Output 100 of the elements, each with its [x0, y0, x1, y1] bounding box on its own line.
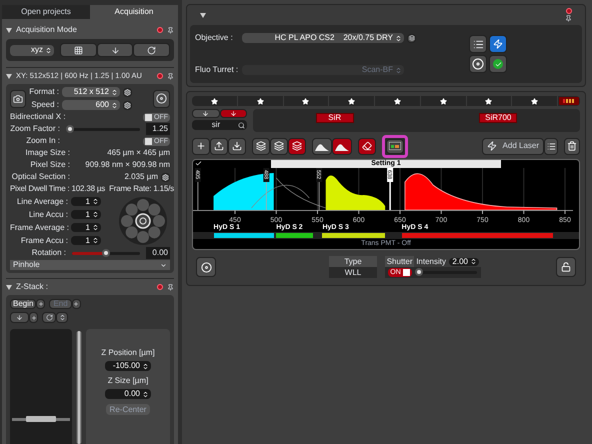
format-select[interactable]: 512 x 512 [62, 87, 120, 97]
count-spinner[interactable]: 1 [71, 197, 101, 206]
spin-arrows-icon [395, 34, 402, 42]
eraser-button[interactable] [358, 138, 376, 154]
rotate-icon [147, 46, 156, 54]
spin-arrows-icon [92, 211, 99, 218]
arrow-down-icon [202, 110, 210, 117]
tab[interactable]: Acquisition [90, 5, 178, 19]
spectrum-mode-button[interactable] [312, 138, 332, 154]
status-button[interactable] [489, 55, 507, 73]
stage-button[interactable] [96, 43, 134, 57]
view-mode-button[interactable] [288, 138, 306, 154]
value-field[interactable]: 1.25 [146, 123, 170, 135]
gear-button[interactable] [123, 100, 132, 110]
count-spinner[interactable]: 1 [71, 236, 101, 245]
gear-button[interactable] [161, 172, 170, 182]
spin-arrows-icon [142, 390, 149, 398]
alert-icon [566, 8, 572, 14]
gear-icon [162, 174, 169, 180]
collapse-triangle-icon[interactable] [6, 74, 12, 78]
z-slider-track[interactable] [76, 331, 82, 444]
turret-button[interactable] [469, 55, 487, 73]
count-spinner[interactable]: 1 [71, 210, 101, 219]
plus-icon [196, 141, 206, 151]
add-button[interactable] [192, 138, 210, 154]
lock-icon [561, 262, 571, 272]
objective-select[interactable]: HC PL APO CS2 20x/0.75 DRY [242, 33, 404, 43]
slider-thumb[interactable] [415, 268, 423, 276]
field-label: Z Position [µm] [101, 347, 155, 359]
collapse-triangle-icon[interactable] [6, 28, 12, 32]
checkbox-icon [195, 160, 202, 167]
slider-thumb[interactable] [102, 248, 110, 256]
mode-select[interactable]: xyz [10, 44, 54, 56]
grid-button[interactable] [60, 43, 97, 57]
speed-select[interactable]: 600 [62, 100, 120, 110]
value-field[interactable]: 0.00 [146, 247, 170, 259]
direction-button[interactable] [220, 109, 247, 118]
rotate-icon [46, 314, 52, 321]
z-position-field[interactable]: -105.00 [105, 361, 151, 371]
detector-button[interactable] [386, 138, 404, 154]
view-mode-button[interactable] [252, 138, 270, 154]
copy-button[interactable] [407, 34, 416, 42]
list-button[interactable] [544, 138, 558, 154]
light-path-button[interactable] [489, 35, 507, 53]
direction-button[interactable] [192, 109, 220, 118]
count-spinner[interactable]: 1 [71, 223, 101, 232]
set-button[interactable] [72, 299, 81, 309]
begin-button[interactable]: Begin [10, 299, 36, 309]
section-title: Acquisition Mode [16, 24, 77, 36]
field-value: Frame Rate: 1.15/s [109, 183, 174, 195]
search-field[interactable]: sir [192, 120, 247, 130]
add-laser-button[interactable]: Add Laser [482, 138, 544, 154]
delete-button[interactable] [564, 138, 580, 154]
upload-button[interactable] [210, 138, 228, 154]
collapse-triangle-icon[interactable] [200, 12, 206, 18]
stage-drawing [12, 416, 70, 422]
star-icon [302, 98, 310, 104]
collapse-triangle-icon[interactable] [6, 284, 12, 290]
up-down-icon [58, 314, 66, 321]
field-value: 2.035 µm [124, 171, 158, 183]
intensity-field[interactable]: 2.00 [449, 258, 479, 266]
grid-icon [74, 46, 83, 54]
dye-button[interactable]: SiR700 [479, 113, 518, 123]
navigation-pad-drawing[interactable] [118, 196, 168, 246]
camera-icon [13, 94, 23, 104]
slider-thumb[interactable] [66, 124, 74, 132]
signal-level-icon [558, 96, 580, 106]
focus-button[interactable] [42, 312, 56, 323]
pin-icon [565, 15, 572, 22]
set-button[interactable] [36, 299, 46, 309]
spectrum-mode-button[interactable] [332, 138, 352, 154]
scan-button[interactable] [10, 90, 26, 108]
alert-icon [157, 73, 163, 79]
position-button[interactable] [10, 312, 29, 323]
field-label: Pixel Size : [29, 159, 70, 171]
dye-button[interactable]: SiR [316, 113, 354, 123]
field-label: Zoom In : [25, 135, 60, 147]
filter-button[interactable] [469, 35, 487, 53]
z-size-field[interactable]: 0.00 [105, 389, 151, 399]
spin-arrows-icon [45, 46, 52, 54]
column-header: Shutter [385, 256, 414, 267]
rotate-button[interactable] [133, 43, 170, 57]
set-button[interactable] [29, 312, 38, 323]
step-button[interactable] [56, 312, 68, 323]
light-button[interactable] [196, 257, 216, 277]
star-icon [348, 98, 356, 104]
detector-icon [389, 142, 401, 150]
download-button[interactable] [228, 138, 246, 154]
scan-mode-button[interactable] [153, 90, 170, 108]
field-label: Line Average : [16, 196, 68, 208]
gear-button[interactable] [123, 88, 132, 96]
pinhole-dropdown[interactable]: Pinhole [10, 260, 170, 270]
tab[interactable]: Open projects [2, 5, 90, 19]
view-mode-button[interactable] [270, 138, 288, 154]
spin-arrows-icon [111, 102, 118, 108]
spin-arrows-icon [92, 198, 99, 205]
lock-button[interactable] [556, 257, 576, 277]
spin-arrows-icon [395, 66, 402, 74]
eraser-icon [362, 141, 372, 151]
star-icon [531, 98, 538, 104]
